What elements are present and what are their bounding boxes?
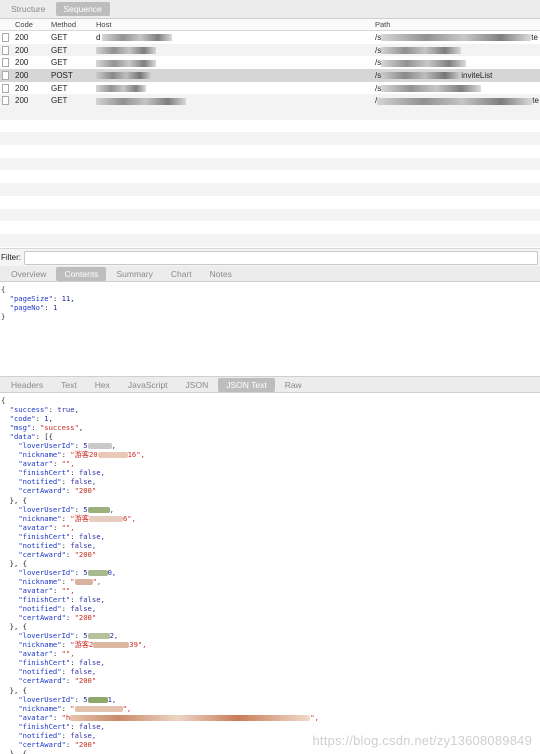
status-code: 200 bbox=[15, 96, 29, 106]
page-no-value: 1 bbox=[52, 303, 58, 313]
request-table-body: 200 GET d /s te 200 GET /s 200 GET /s 200… bbox=[0, 31, 540, 108]
host-cell bbox=[96, 96, 375, 105]
file-icon bbox=[2, 45, 9, 55]
column-header-code[interactable]: Code bbox=[15, 20, 51, 29]
table-row-selected[interactable]: 200 POST /s inviteList bbox=[0, 69, 540, 82]
host-cell bbox=[96, 71, 375, 80]
host-cell bbox=[96, 46, 375, 55]
status-code: 200 bbox=[15, 58, 29, 68]
file-icon bbox=[2, 70, 9, 80]
http-method: GET bbox=[51, 32, 68, 42]
tab-contents[interactable]: Contents bbox=[56, 266, 107, 281]
column-header-path[interactable]: Path bbox=[375, 20, 540, 29]
status-code: 200 bbox=[15, 83, 29, 93]
column-header-method[interactable]: Method bbox=[51, 20, 96, 29]
tab-chart[interactable]: Chart bbox=[163, 267, 200, 281]
tab-sequence[interactable]: Sequence bbox=[55, 2, 110, 16]
tab-notes[interactable]: Notes bbox=[202, 267, 240, 281]
tab-headers[interactable]: Headers bbox=[3, 378, 51, 392]
path-cell: /s bbox=[375, 58, 540, 67]
table-row[interactable]: 200 GET / te bbox=[0, 94, 540, 108]
file-icon bbox=[2, 32, 9, 42]
request-table-header: Code Method Host Path bbox=[0, 19, 540, 31]
tab-summary[interactable]: Summary bbox=[108, 267, 160, 281]
response-body-viewer: { "success": true, "code": 1, "msg": "su… bbox=[1, 396, 319, 754]
tab-raw[interactable]: Raw bbox=[277, 378, 310, 392]
filter-bar: Filter: bbox=[0, 248, 540, 267]
status-code: 200 bbox=[15, 70, 29, 80]
view-mode-tabs: Structure Sequence bbox=[0, 0, 540, 19]
file-icon bbox=[2, 58, 9, 68]
table-row[interactable]: 200 GET /s bbox=[0, 56, 540, 69]
path-cell: /s te bbox=[375, 32, 538, 42]
status-code: 200 bbox=[15, 32, 29, 42]
empty-table-area bbox=[0, 107, 540, 247]
host-cell bbox=[96, 84, 375, 93]
http-method: POST bbox=[51, 70, 73, 80]
file-icon bbox=[2, 83, 9, 93]
column-header-host[interactable]: Host bbox=[96, 20, 375, 29]
table-row[interactable]: 200 GET /s bbox=[0, 43, 540, 57]
tab-javascript[interactable]: JavaScript bbox=[120, 378, 176, 392]
status-code: 200 bbox=[15, 45, 29, 55]
tab-json-text[interactable]: JSON Text bbox=[218, 377, 275, 392]
http-method: GET bbox=[51, 45, 68, 55]
tab-text[interactable]: Text bbox=[53, 378, 85, 392]
page-size-value: 11 bbox=[61, 294, 71, 304]
tab-overview[interactable]: Overview bbox=[3, 267, 54, 281]
tab-structure[interactable]: Structure bbox=[3, 2, 54, 16]
path-cell: / te bbox=[375, 96, 539, 106]
http-method: GET bbox=[51, 83, 68, 93]
filter-input[interactable] bbox=[24, 250, 538, 265]
table-row[interactable]: 200 GET d /s te bbox=[0, 31, 540, 44]
table-row[interactable]: 200 GET /s bbox=[0, 82, 540, 95]
http-method: GET bbox=[51, 58, 68, 68]
host-cell bbox=[96, 58, 375, 67]
filter-label: Filter: bbox=[1, 253, 21, 262]
path-cell: /s bbox=[375, 84, 540, 93]
request-body-viewer: { "pageSize": 11, "pageNo": 1 } bbox=[1, 285, 75, 322]
tab-json[interactable]: JSON bbox=[178, 378, 217, 392]
host-cell: d bbox=[96, 33, 375, 42]
request-tabs: Overview Contents Summary Chart Notes bbox=[0, 266, 540, 282]
watermark: https://blog.csdn.net/zy13608089849 bbox=[312, 733, 532, 748]
response-tabs: Headers Text Hex JavaScript JSON JSON Te… bbox=[0, 376, 540, 393]
path-cell: /s inviteList bbox=[375, 70, 493, 80]
http-method: GET bbox=[51, 96, 68, 106]
file-icon bbox=[2, 96, 9, 106]
path-cell: /s bbox=[375, 46, 540, 55]
tab-hex[interactable]: Hex bbox=[87, 378, 118, 392]
